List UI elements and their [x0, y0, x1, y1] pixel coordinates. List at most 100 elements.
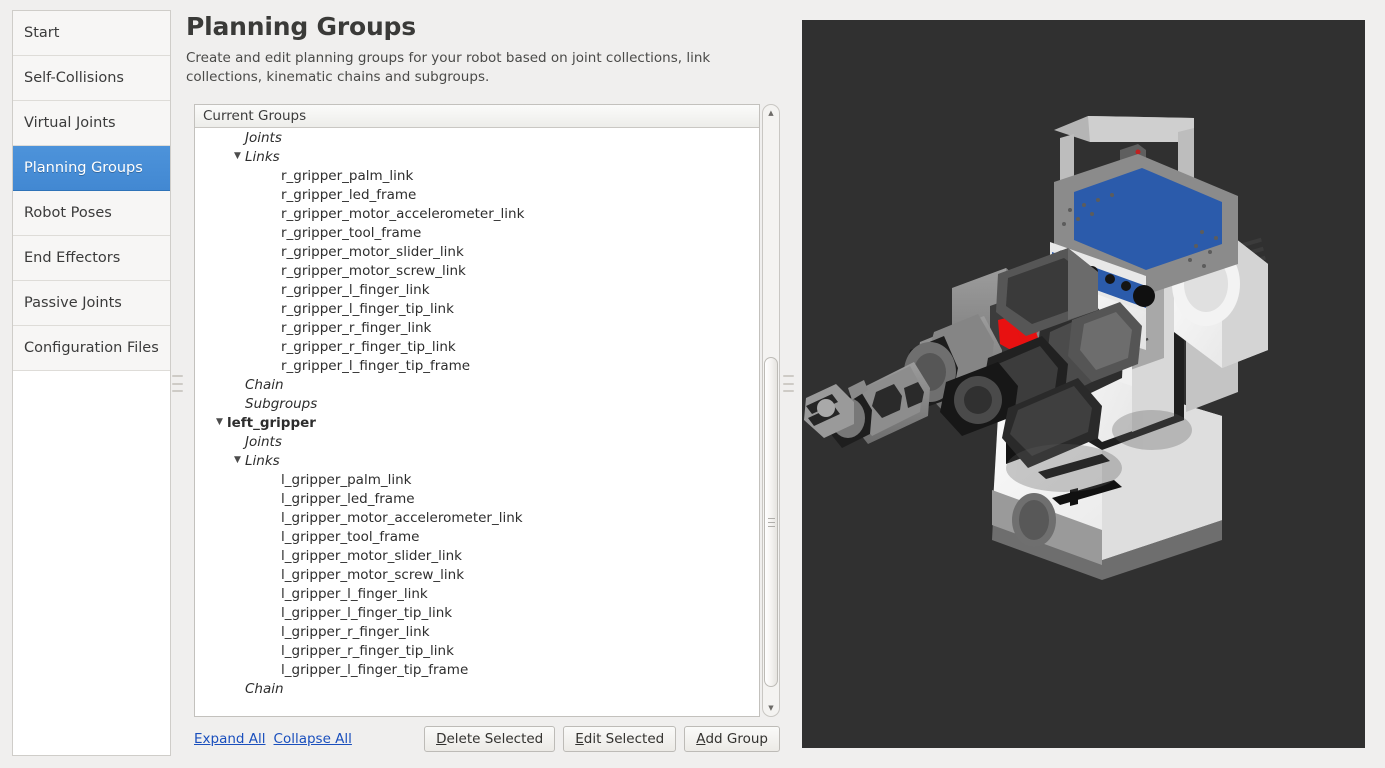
- splitter-handle-left[interactable]: [172, 375, 183, 392]
- tree-row-label: r_gripper_r_finger_link: [281, 319, 432, 336]
- tree-row-label: l_gripper_led_frame: [281, 490, 415, 507]
- tree-row-label: l_gripper_r_finger_tip_link: [281, 642, 454, 659]
- tree-row[interactable]: r_gripper_l_finger_link: [195, 280, 759, 299]
- tree-row[interactable]: r_gripper_r_finger_tip_link: [195, 337, 759, 356]
- navigation-empty-area: [13, 371, 170, 732]
- button-mnemonic: D: [436, 731, 447, 747]
- navigation-sidebar: Start Self-Collisions Virtual Joints Planni…: [12, 10, 171, 756]
- tree-row[interactable]: l_gripper_l_finger_tip_frame: [195, 660, 759, 679]
- tree-row[interactable]: r_gripper_motor_screw_link: [195, 261, 759, 280]
- navigation-list: Start Self-Collisions Virtual Joints Planni…: [13, 11, 170, 371]
- tree-row-label: Joints: [245, 129, 282, 146]
- action-button-group: Delete Selected Edit Selected Add Group: [424, 726, 780, 752]
- tree-row-label: Chain: [245, 376, 284, 393]
- sidebar-item-label: Configuration Files: [24, 340, 159, 356]
- button-label: dit Selected: [583, 731, 665, 747]
- sidebar-item-self-collisions[interactable]: Self-Collisions: [13, 56, 170, 101]
- sidebar-item-label: Planning Groups: [24, 160, 143, 176]
- tree-row[interactable]: l_gripper_r_finger_tip_link: [195, 641, 759, 660]
- delete-selected-button[interactable]: Delete Selected: [424, 726, 556, 752]
- tree-row-label: Joints: [245, 433, 282, 450]
- tree-row[interactable]: ▼ Links: [195, 147, 759, 166]
- chevron-down-icon[interactable]: ▼: [231, 152, 244, 161]
- tree-row[interactable]: r_gripper_l_finger_tip_frame: [195, 356, 759, 375]
- tree-row-label: l_gripper_l_finger_link: [281, 585, 428, 602]
- tree-row-label: r_gripper_l_finger_link: [281, 281, 430, 298]
- groups-tree-scrollbar[interactable]: ▲ ▼: [762, 104, 780, 717]
- groups-tree-body: Joints ▼ Links r_gripper_palm_link r_gripper…: [195, 128, 759, 698]
- tree-row[interactable]: l_gripper_r_finger_link: [195, 622, 759, 641]
- tree-row[interactable]: Joints: [195, 128, 759, 147]
- tree-row-label: r_gripper_motor_screw_link: [281, 262, 466, 279]
- edit-selected-button[interactable]: Edit Selected: [563, 726, 677, 752]
- tree-row[interactable]: l_gripper_tool_frame: [195, 527, 759, 546]
- tree-row[interactable]: r_gripper_l_finger_tip_link: [195, 299, 759, 318]
- button-mnemonic: A: [696, 731, 706, 747]
- scrollbar-thumb[interactable]: [764, 357, 778, 687]
- tree-row[interactable]: l_gripper_led_frame: [195, 489, 759, 508]
- add-group-button[interactable]: Add Group: [684, 726, 780, 752]
- scroll-down-arrow-icon[interactable]: ▼: [763, 701, 779, 715]
- sidebar-item-robot-poses[interactable]: Robot Poses: [13, 191, 170, 236]
- tree-row[interactable]: Chain: [195, 679, 759, 698]
- tree-row[interactable]: Joints: [195, 432, 759, 451]
- tree-row[interactable]: Chain: [195, 375, 759, 394]
- tree-row[interactable]: r_gripper_r_finger_link: [195, 318, 759, 337]
- button-label: elete Selected: [446, 731, 544, 747]
- splitter-handle-right[interactable]: [783, 375, 794, 392]
- tree-row[interactable]: r_gripper_tool_frame: [195, 223, 759, 242]
- page-description: Create and edit planning groups for your…: [186, 50, 711, 85]
- button-mnemonic: E: [575, 731, 584, 747]
- tree-row[interactable]: ▼ left_gripper: [195, 413, 759, 432]
- sidebar-item-configuration-files[interactable]: Configuration Files: [13, 326, 170, 371]
- sidebar-item-label: Passive Joints: [24, 295, 122, 311]
- sidebar-item-virtual-joints[interactable]: Virtual Joints: [13, 101, 170, 146]
- tree-row[interactable]: l_gripper_motor_slider_link: [195, 546, 759, 565]
- tree-row-label: r_gripper_motor_accelerometer_link: [281, 205, 525, 222]
- tree-row-label: r_gripper_led_frame: [281, 186, 417, 203]
- tree-row[interactable]: l_gripper_palm_link: [195, 470, 759, 489]
- robot-3d-viewport[interactable]: PR2: [802, 20, 1365, 748]
- chevron-down-icon[interactable]: ▼: [231, 456, 244, 465]
- tree-row[interactable]: r_gripper_motor_accelerometer_link: [195, 204, 759, 223]
- sidebar-item-label: End Effectors: [24, 250, 121, 266]
- sidebar-item-start[interactable]: Start: [13, 11, 170, 56]
- sidebar-item-passive-joints[interactable]: Passive Joints: [13, 281, 170, 326]
- tree-row[interactable]: ▼ Links: [195, 451, 759, 470]
- tree-row-label: l_gripper_motor_slider_link: [281, 547, 462, 564]
- main-panel: Planning Groups Create and edit planning…: [186, 12, 780, 756]
- tree-actions-bar: Expand All Collapse All Delete Selected E…: [194, 726, 780, 752]
- sidebar-item-planning-groups[interactable]: Planning Groups: [13, 146, 170, 191]
- sidebar-item-end-effectors[interactable]: End Effectors: [13, 236, 170, 281]
- tree-row[interactable]: r_gripper_palm_link: [195, 166, 759, 185]
- tree-row-label: r_gripper_palm_link: [281, 167, 414, 184]
- groups-tree-container: Current Groups Joints ▼ Links r_gripper_pal…: [194, 104, 780, 717]
- tree-row[interactable]: l_gripper_motor_screw_link: [195, 565, 759, 584]
- tree-row[interactable]: l_gripper_motor_accelerometer_link: [195, 508, 759, 527]
- tree-row-label: l_gripper_tool_frame: [281, 528, 420, 545]
- expand-all-link[interactable]: Expand All: [194, 731, 266, 747]
- sidebar-item-label: Start: [24, 25, 60, 41]
- tree-row[interactable]: r_gripper_led_frame: [195, 185, 759, 204]
- scroll-up-arrow-icon[interactable]: ▲: [763, 106, 779, 120]
- tree-row-label: Links: [245, 452, 280, 469]
- tree-row-label: r_gripper_tool_frame: [281, 224, 422, 241]
- tree-row[interactable]: Subgroups: [195, 394, 759, 413]
- sidebar-item-label: Self-Collisions: [24, 70, 124, 86]
- tree-row-label: Subgroups: [245, 395, 318, 412]
- tree-row-label: r_gripper_r_finger_tip_link: [281, 338, 456, 355]
- tree-row[interactable]: l_gripper_l_finger_tip_link: [195, 603, 759, 622]
- collapse-all-link[interactable]: Collapse All: [274, 731, 352, 747]
- tree-row-label: l_gripper_motor_accelerometer_link: [281, 509, 523, 526]
- tree-row[interactable]: r_gripper_motor_slider_link: [195, 242, 759, 261]
- tree-row-label: Chain: [245, 680, 284, 697]
- chevron-down-icon[interactable]: ▼: [213, 418, 226, 427]
- tree-row-label: r_gripper_l_finger_tip_frame: [281, 357, 471, 374]
- scrollbar-thumb-grip-icon: [768, 518, 775, 527]
- tree-row-label: l_gripper_l_finger_tip_link: [281, 604, 453, 621]
- tree-row-label: l_gripper_motor_screw_link: [281, 566, 465, 583]
- tree-row[interactable]: l_gripper_l_finger_link: [195, 584, 759, 603]
- tree-row-label: l_gripper_r_finger_link: [281, 623, 430, 640]
- tree-row-label: l_gripper_l_finger_tip_frame: [281, 661, 469, 678]
- groups-tree[interactable]: Current Groups Joints ▼ Links r_gripper_pal…: [194, 104, 760, 717]
